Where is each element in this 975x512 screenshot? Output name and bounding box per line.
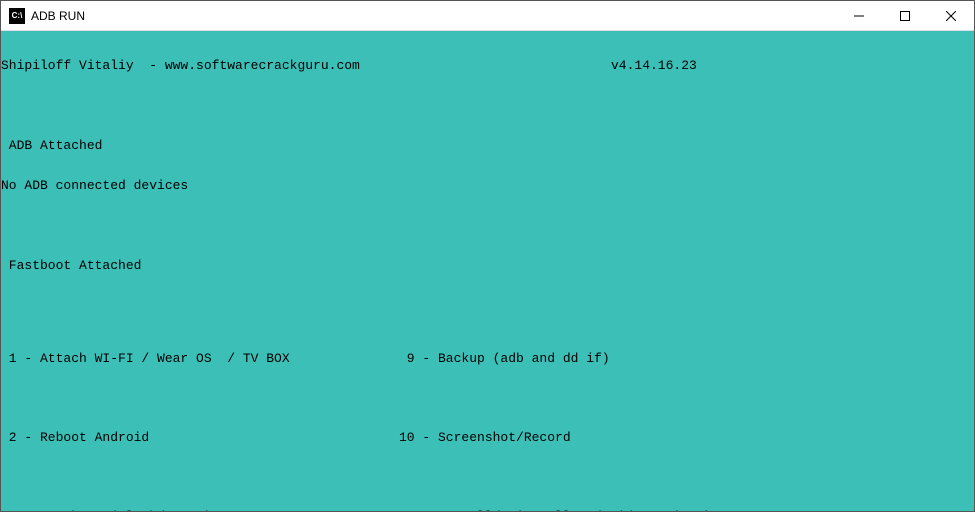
minimize-button[interactable] <box>836 1 882 30</box>
maximize-button[interactable] <box>882 1 928 30</box>
minimize-icon <box>854 11 864 21</box>
menu-item-3: 3 - Fastboot (Flash/Erase) <box>1 510 399 511</box>
menu-item-9: 9 - Backup (adb and dd if) <box>399 352 974 365</box>
maximize-icon <box>900 11 910 21</box>
adb-attached-line: ADB Attached <box>1 139 974 153</box>
menu-row-1: 1 - Attach WI-FI / Wear OS / TV BOX 9 - … <box>1 352 974 365</box>
no-devices-line: No ADB connected devices <box>1 179 974 193</box>
menu-item-1: 1 - Attach WI-FI / Wear OS / TV BOX <box>1 352 399 365</box>
menu-item-10: 10 - Screenshot/Record <box>399 431 974 444</box>
menu-row-2: 2 - Reboot Android10 - Screenshot/Record <box>1 431 974 444</box>
header-line: Shipiloff Vitaliy - www.softwarecrackgur… <box>1 59 974 73</box>
author-text: Shipiloff Vitaliy - www.softwarecrackgur… <box>1 59 611 73</box>
titlebar: C:\ ADB RUN <box>1 1 974 31</box>
terminal-area[interactable]: Shipiloff Vitaliy - www.softwarecrackgur… <box>1 31 974 511</box>
window-controls <box>836 1 974 30</box>
menu-row-3: 3 - Fastboot (Flash/Erase)11 - Install/U… <box>1 510 974 511</box>
close-button[interactable] <box>928 1 974 30</box>
version-text: v4.14.16.23 <box>611 59 697 73</box>
app-icon: C:\ <box>9 8 25 24</box>
app-window: C:\ ADB RUN Shipiloff Vitaliy - www.soft… <box>0 0 975 512</box>
menu-item-11: 11 - Install/Uninstall Android App (APK) <box>399 510 974 511</box>
close-icon <box>946 11 956 21</box>
window-title: ADB RUN <box>31 9 836 23</box>
fastboot-attached-line: Fastboot Attached <box>1 259 974 273</box>
menu-item-2: 2 - Reboot Android <box>1 431 399 444</box>
